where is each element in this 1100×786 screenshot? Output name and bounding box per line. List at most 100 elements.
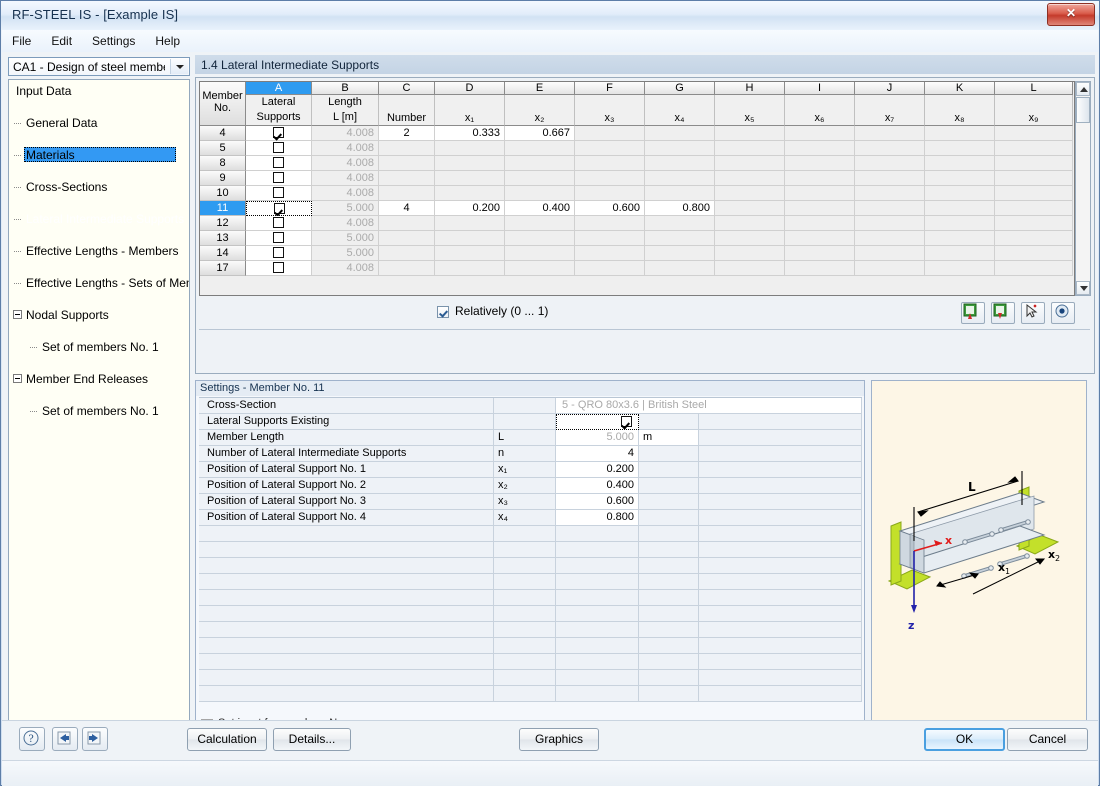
- grid-vertical-scrollbar[interactable]: [1075, 81, 1091, 296]
- grid-cell-x4[interactable]: [645, 186, 715, 201]
- lateral-supports-checkbox[interactable]: [273, 142, 284, 153]
- grid-cell-x9[interactable]: [995, 171, 1073, 186]
- grid-cell-number[interactable]: [379, 186, 435, 201]
- grid-cell-number[interactable]: 4: [379, 201, 435, 216]
- grid-cell-lateral-supports[interactable]: [246, 141, 312, 156]
- tree-item-input-data[interactable]: Input Data: [9, 83, 189, 99]
- grid-column-header-l[interactable]: L: [995, 82, 1073, 95]
- pick-cursor-icon-button[interactable]: [1021, 302, 1045, 324]
- grid-cell-x2[interactable]: [505, 186, 575, 201]
- grid-cell-x1[interactable]: [435, 141, 505, 156]
- grid-cell-x5[interactable]: [715, 186, 785, 201]
- grid-cell-x7[interactable]: [855, 126, 925, 141]
- graphics-button[interactable]: Graphics: [519, 728, 599, 751]
- grid-cell-x5[interactable]: [715, 141, 785, 156]
- grid-cell-x4[interactable]: [645, 246, 715, 261]
- grid-cell-x3[interactable]: [575, 141, 645, 156]
- grid-cell-x6[interactable]: [785, 246, 855, 261]
- grid-cell-x2[interactable]: 0.400: [505, 201, 575, 216]
- grid-cell-x6[interactable]: [785, 126, 855, 141]
- grid-cell-number[interactable]: [379, 231, 435, 246]
- grid-cell-lateral-supports[interactable]: [246, 246, 312, 261]
- tree-item-materials[interactable]: Materials: [9, 147, 189, 163]
- grid-cell-x4[interactable]: [645, 231, 715, 246]
- grid-row-header[interactable]: 17: [200, 261, 246, 276]
- lateral-supports-checkbox[interactable]: [273, 187, 284, 198]
- tree-item-lateral-intermediate-supports[interactable]: Lateral Intermediate Supports: [9, 211, 189, 227]
- tree-item-cross-sections[interactable]: Cross-Sections: [9, 179, 189, 195]
- grid-column-header-i[interactable]: I: [785, 82, 855, 95]
- grid-cell-x6[interactable]: [785, 156, 855, 171]
- grid-cell-x1[interactable]: [435, 216, 505, 231]
- grid-cell-number[interactable]: [379, 246, 435, 261]
- grid-cell-x8[interactable]: [925, 261, 995, 276]
- grid-cell-lateral-supports[interactable]: [246, 231, 312, 246]
- scroll-down-arrow-icon[interactable]: [1076, 281, 1090, 295]
- grid-cell-lateral-supports[interactable]: [246, 216, 312, 231]
- members-table[interactable]: MemberNo.ABCDEFGHIJKLLateral Intermediat…: [199, 81, 1075, 296]
- grid-cell-x8[interactable]: [925, 231, 995, 246]
- scrollbar-thumb[interactable]: [1076, 97, 1090, 123]
- grid-cell-x5[interactable]: [715, 201, 785, 216]
- grid-cell-x9[interactable]: [995, 261, 1073, 276]
- grid-cell-x9[interactable]: [995, 246, 1073, 261]
- navigation-tree[interactable]: Input Data General Data Materials Cross-Sec…: [8, 79, 190, 742]
- grid-cell-x3[interactable]: [575, 126, 645, 141]
- grid-cell-x4[interactable]: 0.800: [645, 201, 715, 216]
- tree-item-general-data[interactable]: General Data: [9, 115, 189, 131]
- chevron-down-icon[interactable]: [170, 59, 188, 74]
- tree-item-effective-lengths-sets-of-men[interactable]: Effective Lengths - Sets of Men: [9, 275, 189, 291]
- relatively-checkbox[interactable]: [437, 306, 449, 318]
- grid-cell-x5[interactable]: [715, 126, 785, 141]
- grid-cell-x2[interactable]: 0.667: [505, 126, 575, 141]
- grid-cell-x1[interactable]: [435, 231, 505, 246]
- tree-item-member-end-releases[interactable]: Member End Releases: [9, 371, 189, 387]
- grid-cell-x9[interactable]: [995, 231, 1073, 246]
- grid-cell-x8[interactable]: [925, 201, 995, 216]
- import-up-icon-button[interactable]: [961, 302, 985, 324]
- grid-cell-x2[interactable]: [505, 216, 575, 231]
- tree-item-effective-lengths-members[interactable]: Effective Lengths - Members: [9, 243, 189, 259]
- grid-row-header[interactable]: 12: [200, 216, 246, 231]
- lateral-supports-checkbox[interactable]: [273, 217, 284, 228]
- grid-cell-x9[interactable]: [995, 141, 1073, 156]
- grid-cell-x9[interactable]: [995, 126, 1073, 141]
- grid-cell-x7[interactable]: [855, 216, 925, 231]
- grid-column-header-c[interactable]: C: [379, 82, 435, 95]
- grid-cell-x1[interactable]: [435, 171, 505, 186]
- grid-cell-x5[interactable]: [715, 171, 785, 186]
- grid-row-header[interactable]: 8: [200, 156, 246, 171]
- grid-cell-lateral-supports[interactable]: [246, 156, 312, 171]
- grid-cell-x2[interactable]: [505, 171, 575, 186]
- grid-column-header-h[interactable]: H: [715, 82, 785, 95]
- tree-expander-icon[interactable]: [13, 374, 22, 383]
- grid-row-header[interactable]: 13: [200, 231, 246, 246]
- grid-cell-x3[interactable]: [575, 231, 645, 246]
- grid-row-header[interactable]: 4: [200, 126, 246, 141]
- ok-button[interactable]: OK: [924, 728, 1005, 751]
- lateral-supports-checkbox[interactable]: [273, 127, 284, 138]
- grid-column-header-d[interactable]: D: [435, 82, 505, 95]
- settings-row-value[interactable]: 0.800: [556, 510, 639, 526]
- grid-cell-x9[interactable]: [995, 201, 1073, 216]
- grid-cell-x1[interactable]: [435, 186, 505, 201]
- lateral-supports-checkbox[interactable]: [273, 157, 284, 168]
- settings-row-value[interactable]: 4: [556, 446, 639, 462]
- grid-cell-x5[interactable]: [715, 246, 785, 261]
- grid-column-header-g[interactable]: G: [645, 82, 715, 95]
- grid-cell-x3[interactable]: [575, 171, 645, 186]
- grid-cell-x7[interactable]: [855, 141, 925, 156]
- grid-cell-x8[interactable]: [925, 186, 995, 201]
- tree-item-set-of-members-no-1[interactable]: Set of members No. 1: [9, 403, 189, 419]
- grid-cell-x9[interactable]: [995, 216, 1073, 231]
- grid-row-header[interactable]: 14: [200, 246, 246, 261]
- grid-cell-x2[interactable]: [505, 246, 575, 261]
- grid-column-header-a[interactable]: A: [246, 82, 312, 95]
- grid-cell-lateral-supports[interactable]: [246, 126, 312, 141]
- grid-cell-number[interactable]: [379, 156, 435, 171]
- grid-cell-number[interactable]: [379, 141, 435, 156]
- grid-cell-x1[interactable]: 0.200: [435, 201, 505, 216]
- grid-cell-number[interactable]: [379, 261, 435, 276]
- menu-item-file[interactable]: File: [2, 30, 41, 52]
- settings-row-value[interactable]: 5.000: [556, 430, 639, 446]
